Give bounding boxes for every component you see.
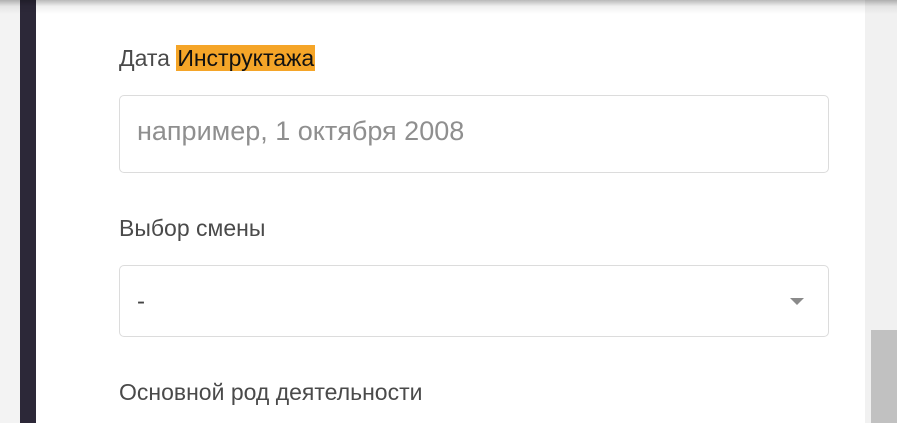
- form-frame: Дата Инструктажа например, 1 октября 200…: [0, 0, 897, 423]
- briefing-date-placeholder: например, 1 октября 2008: [137, 116, 465, 146]
- shift-select[interactable]: -: [119, 265, 829, 337]
- top-shadow: [0, 0, 897, 14]
- briefing-date-input[interactable]: например, 1 октября 2008: [119, 95, 829, 173]
- briefing-date-label-prefix: Дата: [119, 45, 170, 71]
- activity-label: Основной род деятельности: [119, 379, 423, 405]
- scrollbar-thumb[interactable]: [871, 330, 897, 423]
- briefing-date-label: Дата Инструктажа: [119, 45, 316, 72]
- caret-down-icon: [790, 298, 804, 305]
- shift-label: Выбор смены: [119, 215, 266, 241]
- shift-select-value: -: [137, 288, 145, 315]
- left-rail: [20, 0, 36, 423]
- briefing-date-label-highlight: Инструктажа: [176, 45, 316, 71]
